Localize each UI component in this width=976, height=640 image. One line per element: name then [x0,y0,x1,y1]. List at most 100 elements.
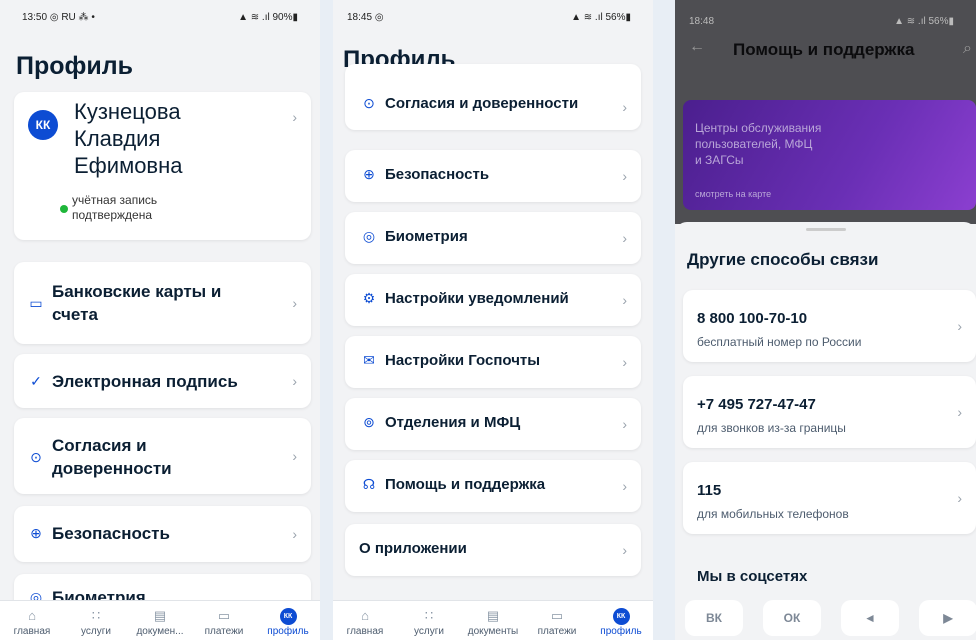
status-icons: ◎ RU ⁂ • [49,11,95,23]
consent-icon: ⊙ [30,448,42,465]
wallet-icon: ▭ [217,608,231,623]
menu-label: Помощь и поддержка [385,476,546,493]
menu-label: Отделения и МФЦ [385,414,521,431]
menu-label: Настройки уведомлений [385,290,569,307]
phone-card-mobile[interactable]: 115 для мобильных телефонов › [683,462,976,534]
tab-services[interactable]: ∷ услуги [399,608,459,637]
user-name-line3: Ефимовна [74,153,183,178]
ok-icon[interactable]: ОК [763,600,821,636]
tab-payments[interactable]: ▭ платежи [194,608,254,637]
menu-about-app[interactable]: О приложении › [345,524,641,576]
chevron-right-icon: › [622,230,627,246]
search-icon[interactable]: ⌕ [963,40,972,58]
verified-status: учётная запись подтверждена [60,193,157,223]
location-icon: ⊚ [363,414,375,430]
mfc-banner[interactable]: Центры обслуживания пользователей, МФЦ и… [683,100,976,210]
telegram-icon[interactable]: ◄ [841,600,899,636]
mail-icon: ✉ [363,352,375,368]
avatar-icon: КК [612,608,630,625]
consent-icon: ⊙ [363,95,375,111]
back-arrow-icon[interactable]: ← [689,38,705,56]
status-bar: 18:48 ▲ ≋ .ıl 56%▮ [675,8,976,34]
chevron-right-icon: › [622,478,627,494]
menu-offices-mfc[interactable]: ⊚ Отделения и МФЦ › [345,398,641,450]
status-time: 18:48 [689,15,715,27]
wallet-icon: ▭ [550,608,564,623]
map-link[interactable]: смотреть на карте [695,186,964,202]
tab-services[interactable]: ∷ услуги [66,608,126,637]
signature-icon: ✓ [30,373,42,389]
card-icon: ▭ [29,294,43,311]
menu-security[interactable]: ⊕ Безопасность › [14,506,311,562]
grid-icon: ∷ [424,608,434,623]
social-title: Мы в соцсетях [697,568,808,585]
status-bar: 13:50 ◎ RU ⁂ • ▲ ≋ .ıl 90%▮ [0,4,320,30]
section-title: Другие способы связи [687,250,879,269]
tab-payments[interactable]: ▭ платежи [527,608,587,637]
status-battery: ▲ ≋ .ıl 56%▮ [571,11,631,23]
lock-icon: ⊕ [363,166,375,182]
avatar-icon: КК [279,608,297,625]
menu-notifications[interactable]: ⚙ Настройки уведомлений › [345,274,641,326]
headset-icon: ☊ [362,476,376,492]
chevron-right-icon: › [622,354,627,370]
chevron-right-icon: › [622,416,627,432]
contact-sheet: Другие способы связи 8 800 100-70-10 бесп… [675,222,976,640]
tab-profile[interactable]: КК профиль [258,608,318,637]
grid-icon: ∷ [91,608,101,623]
user-name-line2: Клавдия [74,126,161,151]
status-bar: 18:45 ◎ ▲ ≋ .ıl 56%▮ [347,11,631,23]
menu-label: О приложении [359,540,467,557]
menu-biometry[interactable]: ◎ Биометрия › [345,212,641,264]
user-card[interactable]: КК Кузнецова Клавдия Ефимовна учётная за… [14,92,311,240]
tab-documents[interactable]: ▤ докумен... [130,608,190,637]
chevron-right-icon: › [292,295,297,311]
phone-card-abroad[interactable]: +7 495 727-47-47 для звонков из-за границ… [683,376,976,448]
youtube-icon[interactable]: ▶ [919,600,976,636]
status-time: 18:45 [347,11,373,23]
menu-label: Согласия и доверенности [385,95,579,112]
menu-help-support[interactable]: ☊ Помощь и поддержка › [345,460,641,512]
menu-consents[interactable]: ⊙ Согласия и доверенности › [14,418,311,494]
user-name-line1: Кузнецова [74,99,181,124]
menu-consents[interactable]: ⊙ Согласия и доверенности › [345,64,641,130]
avatar: КК [28,110,58,140]
tab-documents[interactable]: ▤ документы [463,608,523,637]
page-title: Помощь и поддержка [733,40,915,59]
tab-profile[interactable]: КК профиль [591,608,651,637]
tab-home[interactable]: ⌂ главная [2,608,62,637]
help-support-screen: 18:48 ▲ ≋ .ıl 56%▮ ← Помощь и поддержка … [675,0,976,640]
home-icon: ⌂ [361,608,369,623]
chevron-right-icon: › [292,448,297,464]
menu-e-signature[interactable]: ✓ Электронная подпись › [14,354,311,408]
menu-label: Биометрия [385,228,468,245]
document-icon: ▤ [153,608,167,623]
chevron-right-icon: › [957,318,962,334]
chevron-right-icon: › [622,99,627,115]
menu-label: Настройки Госпочты [385,352,541,369]
bottom-nav: ⌂ главная ∷ услуги ▤ докумен... ▭ платежи КК… [0,600,320,640]
chevron-right-icon: › [292,109,297,125]
chevron-right-icon: › [622,168,627,184]
status-battery: ▲ ≋ .ıl 90%▮ [238,11,298,23]
phone-card-free[interactable]: 8 800 100-70-10 бесплатный номер по Росси… [683,290,976,362]
verified-check-icon [60,205,68,213]
menu-security[interactable]: ⊕ Безопасность › [345,150,641,202]
chevron-right-icon: › [957,490,962,506]
menu-bank-cards[interactable]: ▭ Банковские карты и счета › [14,262,311,344]
document-icon: ▤ [486,608,500,623]
chevron-right-icon: › [292,526,297,542]
menu-gospochta[interactable]: ✉ Настройки Госпочты › [345,336,641,388]
home-icon: ⌂ [28,608,36,623]
status-battery: ▲ ≋ .ıl 56%▮ [894,15,954,27]
gear-icon: ⚙ [362,290,376,306]
menu-label: Безопасность [385,166,490,183]
chevron-right-icon: › [292,373,297,389]
sheet-handle[interactable] [805,228,846,231]
vk-icon[interactable]: ВК [685,600,743,636]
chevron-right-icon: › [957,404,962,420]
lock-icon: ⊕ [30,525,42,541]
tab-home[interactable]: ⌂ главная [335,608,395,637]
profile-screen-2: 18:45 ◎ ▲ ≋ .ıl 56%▮ Профиль ⊙ Согласия и… [333,0,653,640]
chevron-right-icon: › [622,292,627,308]
